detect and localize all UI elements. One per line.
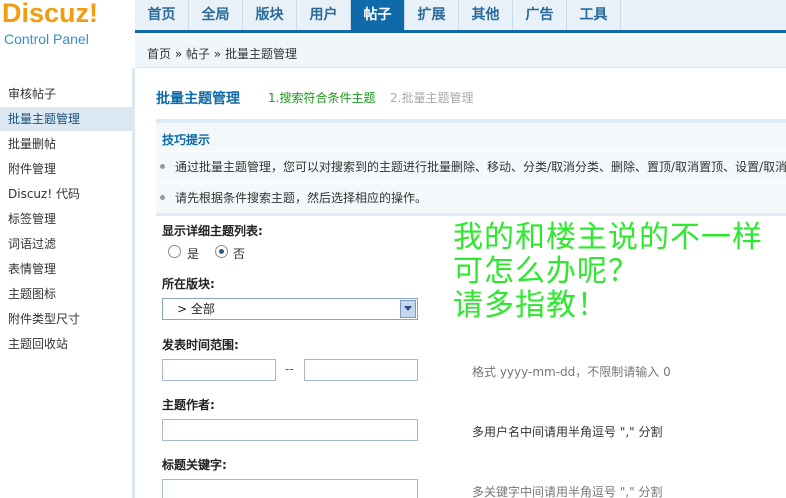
- step-1: 1.搜索符合条件主题: [268, 91, 376, 105]
- overlay-text-line-1: 我的和楼主说的不一样: [453, 220, 763, 255]
- sidebar-item-moderate-posts[interactable]: 审核帖子: [0, 82, 132, 106]
- overlay-text-line-3: 请多指教！: [453, 288, 608, 323]
- nav-posts[interactable]: 帖子: [351, 0, 405, 30]
- sidebar: 审核帖子 批量主题管理 批量删帖 附件管理 Discuz! 代码 标签管理 词语…: [0, 68, 135, 498]
- bullet-icon: [160, 195, 165, 200]
- radio-no-label: 否: [233, 247, 246, 261]
- nav-extensions[interactable]: 扩展: [405, 0, 459, 30]
- logo-subtitle: Control Panel: [4, 31, 89, 47]
- nav-tools[interactable]: 工具: [567, 0, 621, 30]
- tips-box: 技巧提示 通过批量主题管理，您可以对搜索到的主题进行批量删除、移动、分类/取消分…: [156, 119, 786, 213]
- radio-yes-label: 是: [187, 247, 200, 261]
- header: Discuz! Control Panel 首页 全局 版块 用户 帖子 扩展 …: [0, 0, 786, 68]
- radio-yes[interactable]: [168, 245, 181, 258]
- bullet-icon: [160, 164, 165, 169]
- tip-text: 请先根据条件搜索主题，然后选择相应的操作。: [175, 191, 428, 205]
- logo[interactable]: Discuz! Control Panel: [0, 0, 135, 68]
- sidebar-item-attachments[interactable]: 附件管理: [0, 157, 132, 181]
- author-hint: 多用户名中间请用半角逗号 "," 分割: [472, 425, 663, 439]
- forum-label: 所在版块:: [162, 277, 215, 291]
- nav-other[interactable]: 其他: [459, 0, 513, 30]
- nav-global[interactable]: 全局: [189, 0, 243, 30]
- sidebar-item-recycle-bin[interactable]: 主题回收站: [0, 332, 132, 356]
- nav-ads[interactable]: 广告: [513, 0, 567, 30]
- date-start-input[interactable]: [162, 359, 276, 381]
- tip-text: 通过批量主题管理，您可以对搜索到的主题进行批量删除、移动、分类/取消分类、删除、…: [175, 160, 786, 174]
- keyword-hint: 多关键字中间请用半角逗号 "," 分割: [472, 485, 663, 498]
- forum-select-value: > 全部: [177, 302, 215, 316]
- chevron-down-icon[interactable]: [400, 300, 416, 318]
- nav-forums[interactable]: 版块: [243, 0, 297, 30]
- top-nav: 首页 全局 版块 用户 帖子 扩展 其他 广告 工具: [135, 0, 786, 33]
- sidebar-item-batch-delete[interactable]: 批量删帖: [0, 132, 132, 156]
- breadcrumb: 首页 » 帖子 » 批量主题管理: [147, 47, 297, 61]
- author-label: 主题作者:: [162, 398, 215, 412]
- forum-select[interactable]: > 全部: [162, 298, 418, 320]
- date-hint: 格式 yyyy-mm-dd，不限制请输入 0: [472, 365, 671, 379]
- divider: [156, 213, 786, 216]
- sidebar-item-discuz-code[interactable]: Discuz! 代码: [0, 182, 132, 206]
- radio-no[interactable]: [215, 245, 228, 258]
- logo-title: Discuz!: [2, 0, 99, 28]
- detail-list-radio-group: 是 否: [168, 245, 288, 261]
- overlay-text-line-2: 可怎么办呢？: [453, 254, 639, 289]
- sidebar-item-thread-icons[interactable]: 主题图标: [0, 282, 132, 306]
- tip-item: 通过批量主题管理，您可以对搜索到的主题进行批量删除、移动、分类/取消分类、删除、…: [156, 151, 786, 181]
- breadcrumb-bar: 首页 » 帖子 » 批量主题管理: [135, 36, 786, 68]
- keyword-input[interactable]: [162, 479, 418, 498]
- page-title: 批量主题管理: [156, 91, 240, 107]
- sidebar-item-batch-thread-manage[interactable]: 批量主题管理: [0, 107, 132, 131]
- date-end-input[interactable]: [304, 359, 418, 381]
- author-input[interactable]: [162, 419, 418, 441]
- sidebar-item-attach-types[interactable]: 附件类型尺寸: [0, 307, 132, 331]
- step-2: 2.批量主题管理: [390, 91, 474, 105]
- keyword-label: 标题关键字:: [162, 458, 227, 472]
- date-separator: --: [285, 362, 294, 376]
- sidebar-item-word-filter[interactable]: 词语过滤: [0, 232, 132, 256]
- tip-item: 请先根据条件搜索主题，然后选择相应的操作。: [156, 182, 786, 212]
- nav-users[interactable]: 用户: [297, 0, 351, 30]
- sidebar-item-smilies[interactable]: 表情管理: [0, 257, 132, 281]
- sidebar-item-tags[interactable]: 标签管理: [0, 207, 132, 231]
- tips-title: 技巧提示: [162, 133, 211, 147]
- nav-home[interactable]: 首页: [135, 0, 189, 30]
- date-range-label: 发表时间范围:: [162, 338, 239, 352]
- detail-list-label: 显示详细主题列表:: [162, 224, 263, 238]
